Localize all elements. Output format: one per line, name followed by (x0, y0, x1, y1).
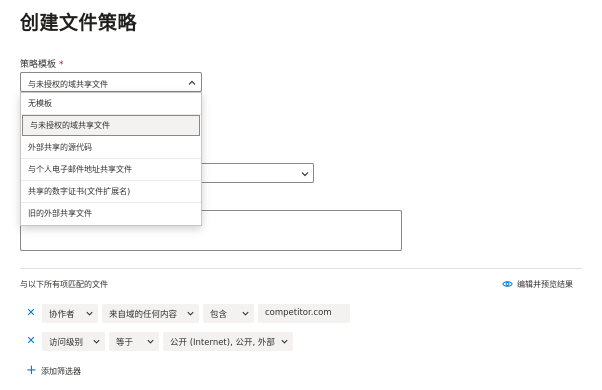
chevron-down-icon (281, 339, 288, 344)
filter-1-value-text: competitor.com (265, 308, 332, 318)
add-filter-label: 添加筛选器 (41, 367, 81, 376)
close-icon: ✕ (26, 306, 36, 319)
template-option-source-code[interactable]: 外部共享的源代码 (21, 137, 201, 159)
chevron-down-icon (86, 311, 93, 316)
chevron-down-icon (147, 339, 154, 344)
chevron-up-icon (188, 80, 196, 85)
close-icon: ✕ (26, 334, 36, 347)
filter-2-value-select[interactable]: 公开 (Internet), 公开, 外部 (163, 332, 293, 351)
filter-1-field-select[interactable]: 协作者 (42, 304, 98, 323)
template-option-digital-certificates[interactable]: 共享的数字证书(文件扩展名) (21, 181, 201, 203)
filter-1-condition-select[interactable]: 包含 (203, 304, 254, 323)
remove-filter-2-button[interactable]: ✕ (25, 335, 37, 347)
eye-icon (502, 281, 513, 287)
filter-2-operator-select[interactable]: 等于 (109, 332, 159, 351)
policy-template-dropdown: 无模板 与未授权的域共享文件 外部共享的源代码 与个人电子邮件地址共享文件 共享… (20, 92, 202, 226)
required-mark: * (59, 60, 64, 70)
filter-2-operator-value: 等于 (116, 338, 134, 348)
template-option-stale-external[interactable]: 旧的外部共享文件 (21, 203, 201, 225)
chevron-down-icon (301, 172, 309, 177)
filter-1-operator-select[interactable]: 来自域的任何内容 (102, 304, 199, 323)
filter-1-operator-value: 来自域的任何内容 (109, 310, 178, 320)
filter-1-value-input[interactable]: competitor.com (258, 304, 350, 323)
filter-2-field-value: 访问级别 (49, 338, 84, 348)
policy-template-label: 策略模板 * (20, 57, 64, 70)
divider (20, 268, 582, 269)
edit-preview-label: 编辑并预览结果 (517, 280, 573, 289)
filter-2-field-select[interactable]: 访问级别 (42, 332, 105, 351)
template-option-personal-email[interactable]: 与个人电子邮件地址共享文件 (21, 159, 201, 181)
remove-filter-1-button[interactable]: ✕ (25, 307, 37, 319)
policy-template-value: 与未授权的域共享文件 (28, 80, 108, 89)
chevron-down-icon (93, 339, 100, 344)
filter-section-label: 与以下所有项匹配的文件 (20, 280, 108, 289)
chevron-down-icon (187, 311, 194, 316)
page-title: 创建文件策略 (20, 12, 138, 34)
filter-1-condition-value: 包含 (210, 310, 228, 320)
chevron-down-icon (242, 311, 249, 316)
filter-2-value-text: 公开 (Internet), 公开, 外部 (170, 338, 275, 348)
template-option-unauthorized-domain[interactable]: 与未授权的域共享文件 (22, 115, 200, 136)
policy-template-label-text: 策略模板 (20, 60, 57, 70)
filter-1-field-value: 协作者 (49, 310, 75, 320)
template-option-no-template[interactable]: 无模板 (21, 93, 201, 115)
policy-template-select[interactable]: 与未授权的域共享文件 (20, 72, 202, 92)
add-icon: + (26, 363, 37, 378)
